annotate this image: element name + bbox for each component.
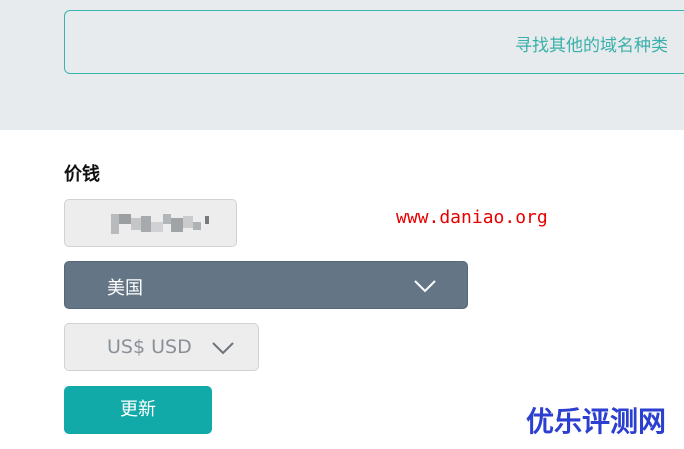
blurred-price-field [64,199,237,247]
update-button[interactable]: 更新 [64,386,212,434]
blur-pixel [183,216,193,228]
blur-pixel [193,222,201,230]
blur-pixel [151,222,163,232]
chevron-down-icon [212,342,234,355]
domain-search-section: 寻找其他的域名种类 [0,0,684,130]
price-label: 价钱 [64,164,100,185]
domain-type-search-box[interactable]: 寻找其他的域名种类 [64,10,684,74]
page: 寻找其他的域名种类 价钱 www.daniao.org 美国 US$ USD 更… [0,0,684,449]
country-select[interactable]: 美国 [64,261,468,309]
currency-select[interactable]: US$ USD [64,323,259,371]
blur-pixel [111,214,119,234]
blur-pixel [119,214,131,224]
blur-pixel [163,214,171,224]
blur-pixel [141,216,151,232]
currency-selected-value: US$ USD [107,336,192,358]
watermark-logo: 优乐评测网 [526,405,667,438]
blur-pixel [131,218,141,230]
blur-pixel [205,216,209,224]
country-selected-value: 美国 [107,278,143,299]
blur-pixel [171,218,183,232]
domain-type-search-text[interactable]: 寻找其他的域名种类 [515,31,668,56]
chevron-down-icon [414,280,436,293]
watermark-url: www.daniao.org [396,207,548,228]
